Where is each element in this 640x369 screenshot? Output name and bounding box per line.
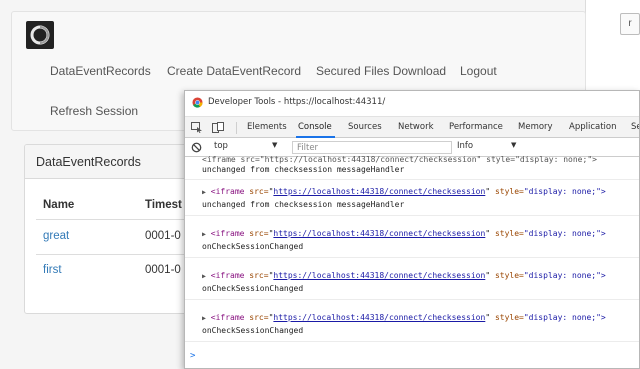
console-separator xyxy=(185,257,639,258)
record-timestamp: 0001-0 xyxy=(145,264,181,276)
expand-triangle-icon[interactable]: ▶ xyxy=(202,272,206,280)
clear-console-icon[interactable] xyxy=(191,142,202,153)
dropdown-arrow-icon: ▼ xyxy=(272,141,278,149)
console-iframe-element[interactable]: ▶ <iframe src="https://localhost:44318/c… xyxy=(202,271,606,280)
inspect-element-icon[interactable] xyxy=(191,122,203,133)
nav-create-data-event-record[interactable]: Create DataEventRecord xyxy=(167,64,301,78)
brand-logo-icon[interactable] xyxy=(26,21,54,49)
tab-performance[interactable]: Performance xyxy=(449,122,503,132)
context-select[interactable]: top ▼ xyxy=(210,141,286,154)
devtools-title: Developer Tools - https://localhost:4431… xyxy=(208,97,386,107)
devtools-tab-bar: Elements Console Sources Network Perform… xyxy=(185,116,639,138)
tab-application[interactable]: Application xyxy=(569,122,617,132)
panel-title: DataEventRecords xyxy=(36,155,141,169)
column-header-timestamp: Timest xyxy=(145,199,182,211)
tab-security[interactable]: Se xyxy=(631,122,639,132)
active-tab-indicator xyxy=(296,136,335,138)
dropdown-arrow-icon: ▼ xyxy=(511,141,517,149)
console-prompt-icon[interactable]: > xyxy=(190,351,195,361)
window-control-fragment[interactable]: r xyxy=(620,13,640,35)
checksession-link[interactable]: https://localhost:44318/connect/checkses… xyxy=(273,313,485,322)
nav-refresh-session[interactable]: Refresh Session xyxy=(50,104,138,118)
checksession-link[interactable]: https://localhost:44318/connect/checkses… xyxy=(273,187,485,196)
nav-secured-files-download[interactable]: Secured Files Download xyxy=(316,64,446,78)
devtools-window: Developer Tools - https://localhost:4431… xyxy=(184,90,640,369)
console-partial-line: <iframe src="https://localhost:44318/con… xyxy=(202,155,597,164)
console-separator xyxy=(185,179,639,180)
checksession-link[interactable]: https://localhost:44318/connect/checkses… xyxy=(273,271,485,280)
tab-network[interactable]: Network xyxy=(398,122,434,132)
log-level-value: Info xyxy=(457,141,474,151)
tab-elements[interactable]: Elements xyxy=(247,122,287,132)
tab-sources[interactable]: Sources xyxy=(348,122,382,132)
toolbar-divider xyxy=(236,122,237,134)
devtools-titlebar[interactable]: Developer Tools - https://localhost:4431… xyxy=(185,91,639,115)
checksession-link[interactable]: https://localhost:44318/connect/checkses… xyxy=(273,229,485,238)
nav-logout[interactable]: Logout xyxy=(460,64,497,78)
chrome-icon xyxy=(192,97,203,108)
record-timestamp: 0001-0 xyxy=(145,230,181,242)
log-level-select[interactable]: Info ▼ xyxy=(455,141,535,154)
context-select-value: top xyxy=(214,141,228,151)
console-output[interactable]: <iframe src="https://localhost:44318/con… xyxy=(185,155,639,368)
console-message: onCheckSessionChanged xyxy=(202,326,304,335)
console-iframe-element[interactable]: ▶ <iframe src="https://localhost:44318/c… xyxy=(202,313,606,322)
console-separator xyxy=(185,299,639,300)
console-message: unchanged from checksession messageHandl… xyxy=(202,165,405,174)
console-message: onCheckSessionChanged xyxy=(202,284,304,293)
record-name-link[interactable]: great xyxy=(43,230,69,242)
console-filter-input[interactable] xyxy=(292,141,452,154)
column-header-name: Name xyxy=(43,199,75,211)
console-iframe-element[interactable]: ▶ <iframe src="https://localhost:44318/c… xyxy=(202,229,606,238)
expand-triangle-icon[interactable]: ▶ xyxy=(202,230,206,238)
console-separator xyxy=(185,215,639,216)
expand-triangle-icon[interactable]: ▶ xyxy=(202,188,206,196)
console-iframe-element[interactable]: ▶ <iframe src="https://localhost:44318/c… xyxy=(202,187,606,196)
tab-memory[interactable]: Memory xyxy=(518,122,553,132)
console-message: unchanged from checksession messageHandl… xyxy=(202,200,405,209)
expand-triangle-icon[interactable]: ▶ xyxy=(202,314,206,322)
console-message: onCheckSessionChanged xyxy=(202,242,304,251)
console-separator xyxy=(185,341,639,342)
record-name-link[interactable]: first xyxy=(43,264,62,276)
device-toolbar-icon[interactable] xyxy=(212,122,224,133)
tab-console[interactable]: Console xyxy=(298,122,332,132)
nav-data-event-records[interactable]: DataEventRecords xyxy=(50,64,151,78)
